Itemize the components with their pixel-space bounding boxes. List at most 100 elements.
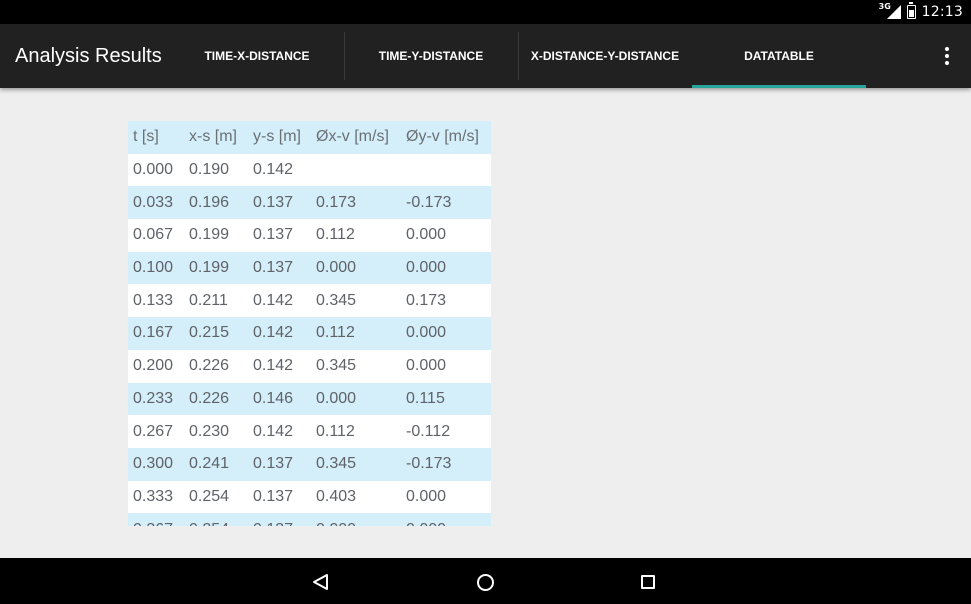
- overflow-dot: [945, 47, 949, 51]
- cell-x-s: 0.254: [189, 487, 230, 505]
- table-row: 0.100 0.199 0.137 0.000 0.000: [128, 251, 491, 285]
- back-icon: [313, 574, 328, 590]
- cell-x-v: 0.403: [316, 487, 357, 505]
- cell-t: 0.267: [133, 422, 174, 440]
- cell-x-v: 0.345: [316, 455, 357, 473]
- column-header-t: t [s]: [133, 128, 159, 146]
- cell-y-s: 0.137: [253, 487, 294, 505]
- tab-label: DATATABLE: [744, 49, 814, 63]
- cell-y-v: [401, 154, 491, 187]
- tab-datatable[interactable]: DATATABLE: [692, 24, 866, 88]
- home-icon: [476, 573, 494, 591]
- cell-x-v: 0.112: [316, 422, 355, 440]
- cell-x-v: 0.112: [316, 324, 355, 342]
- cell-x-v: 0.173: [316, 193, 357, 211]
- cell-y-v: -0.173: [406, 455, 452, 473]
- cell-t: 0.133: [133, 291, 174, 309]
- table-row: 0.3670.2540.1370.0000.000: [128, 513, 491, 526]
- home-button[interactable]: [474, 571, 496, 593]
- cell-x-s: 0.230: [189, 422, 230, 440]
- cell-t: 0.033: [133, 193, 174, 211]
- cell-t: 0.167: [133, 324, 174, 342]
- app-bar: Analysis Results TIME-X-DISTANCE TIME-Y-…: [0, 24, 971, 88]
- table-row: 0.000 0.190 0.142: [128, 153, 491, 187]
- cell-y-s: 0.142: [253, 422, 294, 440]
- tab-bar: TIME-X-DISTANCE TIME-Y-DISTANCE X-DISTAN…: [170, 24, 866, 88]
- cell-y-v: 0.000: [406, 487, 447, 505]
- cell-y-v: -0.173: [406, 193, 452, 211]
- more-vert-icon[interactable]: [937, 46, 957, 66]
- app-title: Analysis Results: [15, 45, 162, 67]
- cell-x-v: 0.000: [311, 513, 401, 526]
- table-row: 0.167 0.215 0.142 0.112 0.000: [128, 317, 491, 350]
- table-row: 0.200 0.226 0.142 0.345 0.000: [128, 349, 491, 383]
- cell-x-v: [311, 154, 401, 187]
- status-clock: 12:13: [921, 4, 963, 20]
- tab-label: X-DISTANCE-Y-DISTANCE: [530, 49, 680, 63]
- cell-y-v: 0.000: [406, 226, 447, 244]
- cell-y-v: 0.000: [401, 513, 491, 526]
- cell-y-v: 0.115: [406, 389, 445, 407]
- signal-icon: [886, 5, 901, 19]
- tab-label: TIME-X-DISTANCE: [204, 49, 310, 63]
- table-row: 0.133 0.211 0.142 0.345 0.173: [128, 284, 491, 318]
- cell-t: 0.100: [133, 259, 174, 277]
- table-row: 0.267 0.230 0.142 0.112 -0.112: [128, 415, 491, 448]
- recents-button[interactable]: [637, 571, 659, 593]
- cell-y-v: 0.000: [406, 357, 447, 375]
- cell-y-s: 0.142: [253, 357, 294, 375]
- cell-y-s: 0.137: [253, 226, 294, 244]
- navigation-bar: [0, 558, 971, 604]
- cell-y-s: 0.146: [253, 389, 294, 407]
- status-icons: 3G 12:13: [879, 0, 963, 24]
- table-body: 0.000 0.190 0.142 0.033 0.196 0.137 0.173 -0.17…: [128, 153, 491, 526]
- cell-t: 0.067: [133, 226, 174, 244]
- cell-y-s: 0.137: [253, 259, 294, 277]
- cell-y-v: -0.112: [406, 422, 451, 440]
- cell-x-v: 0.000: [316, 389, 357, 407]
- tab-time-y-distance[interactable]: TIME-Y-DISTANCE: [344, 24, 518, 88]
- table-row: 0.067 0.199 0.137 0.112 0.000: [128, 219, 491, 252]
- data-table-scroll[interactable]: t [s] x-s [m] y-s [m] Øx-v [m/s] Øy-v [m…: [128, 121, 491, 526]
- column-header-x-s: x-s [m]: [189, 128, 237, 146]
- cell-y-s: 0.137: [248, 513, 311, 526]
- content-area: t [s] x-s [m] y-s [m] Øx-v [m/s] Øy-v [m…: [0, 88, 971, 558]
- cell-t: 0.300: [133, 455, 174, 473]
- cell-y-s: 0.137: [253, 455, 294, 473]
- cell-x-s: 0.211: [189, 291, 228, 309]
- cell-y-s: 0.137: [253, 193, 294, 211]
- cell-x-s: 0.196: [189, 193, 230, 211]
- column-header-y-v: Øy-v [m/s]: [406, 128, 479, 146]
- overflow-dot: [945, 54, 949, 58]
- cell-x-s: 0.226: [189, 389, 230, 407]
- back-button[interactable]: [310, 571, 332, 593]
- network-indicator: 3G: [879, 2, 901, 21]
- cell-y-v: 0.000: [406, 324, 447, 342]
- cell-t: 0.233: [133, 389, 174, 407]
- tab-x-distance-y-distance[interactable]: X-DISTANCE-Y-DISTANCE: [518, 24, 692, 88]
- cell-y-v: 0.000: [406, 259, 447, 277]
- recents-icon: [641, 575, 655, 589]
- table-row: 0.300 0.241 0.137 0.345 -0.173: [128, 447, 491, 481]
- cell-x-s: 0.254: [184, 513, 248, 526]
- table-row: 0.333 0.254 0.137 0.403 0.000: [128, 480, 491, 514]
- overflow-dot: [945, 61, 949, 65]
- cell-t: 0.000: [133, 161, 174, 179]
- battery-icon: [906, 2, 916, 19]
- cell-x-v: 0.345: [316, 357, 357, 375]
- cell-y-v: 0.173: [406, 291, 447, 309]
- cell-t: 0.200: [133, 357, 174, 375]
- table-header-row: t [s] x-s [m] y-s [m] Øx-v [m/s] Øy-v [m…: [128, 121, 491, 154]
- column-header-y-s: y-s [m]: [253, 128, 301, 146]
- table-row: 0.033 0.196 0.137 0.173 -0.173: [128, 186, 491, 220]
- data-table: t [s] x-s [m] y-s [m] Øx-v [m/s] Øy-v [m…: [128, 121, 491, 526]
- column-header-x-v: Øx-v [m/s]: [316, 128, 389, 146]
- cell-t: 0.333: [133, 487, 174, 505]
- cell-x-s: 0.199: [189, 259, 230, 277]
- cell-x-s: 0.226: [189, 357, 230, 375]
- cell-t: 0.367: [128, 513, 184, 526]
- cell-x-s: 0.190: [189, 161, 230, 179]
- cell-x-s: 0.241: [189, 455, 230, 473]
- cell-y-s: 0.142: [253, 291, 294, 309]
- tab-time-x-distance[interactable]: TIME-X-DISTANCE: [170, 24, 344, 88]
